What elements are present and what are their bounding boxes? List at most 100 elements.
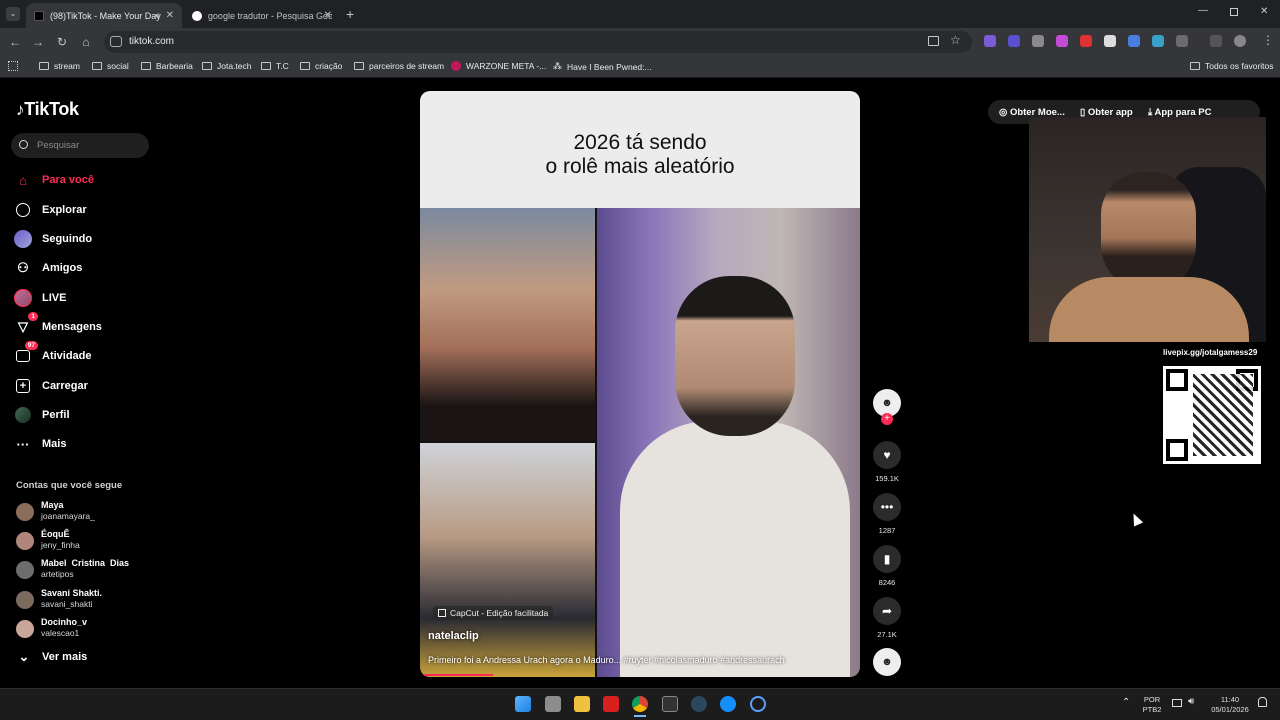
account-item[interactable]: Maya joanamayara_ bbox=[16, 499, 95, 522]
profile-avatar-icon[interactable] bbox=[1234, 35, 1246, 47]
tiktok-logo[interactable]: ♪TikTok bbox=[16, 99, 79, 120]
tab-google[interactable]: google tradutor - Pesquisa Goo ✕ bbox=[184, 3, 340, 28]
url-text[interactable]: tiktok.com bbox=[129, 36, 174, 47]
bookmark-folder-barbearia[interactable]: Barbearia bbox=[141, 61, 193, 71]
translate-extension-icon[interactable] bbox=[1128, 35, 1140, 47]
folder-icon bbox=[202, 62, 212, 70]
compass-icon bbox=[14, 201, 32, 219]
new-tab-plus-icon[interactable]: + bbox=[346, 6, 354, 22]
music-disc-button[interactable]: ☻ bbox=[873, 648, 901, 676]
close-tab-icon[interactable]: ✕ bbox=[166, 10, 174, 21]
app-bolt-icon[interactable] bbox=[603, 696, 619, 712]
battlenet-icon[interactable] bbox=[720, 696, 736, 712]
search-input[interactable] bbox=[11, 133, 149, 158]
minimize-window-icon[interactable]: — bbox=[1198, 5, 1208, 16]
forward-arrow-icon[interactable]: → bbox=[30, 34, 46, 50]
close-tab-icon[interactable]: ✕ bbox=[324, 10, 332, 21]
video-caption[interactable]: Primeiro foi a Andressa Urach agora o Ma… bbox=[428, 655, 785, 665]
extension-icon[interactable] bbox=[1008, 35, 1020, 47]
install-app-icon[interactable] bbox=[928, 36, 939, 46]
comment-icon: ••• bbox=[873, 493, 901, 521]
search-app-icon[interactable] bbox=[750, 696, 766, 712]
puzzle-extensions-icon[interactable] bbox=[1176, 35, 1188, 47]
bookmark-folder-stream[interactable]: stream bbox=[39, 61, 80, 71]
restore-window-icon[interactable] bbox=[1230, 8, 1238, 16]
account-handle: savani_shakti bbox=[41, 599, 93, 609]
nav-para-voce[interactable]: ⌂ Para você bbox=[14, 169, 94, 191]
windows-start-icon[interactable] bbox=[515, 696, 531, 712]
mouse-cursor-icon bbox=[1128, 511, 1144, 527]
tab-list-chevron-icon[interactable]: ⌄ bbox=[6, 7, 20, 21]
capcut-label[interactable]: CapCut - Edição facilitada bbox=[433, 606, 554, 620]
apps-grid-icon[interactable] bbox=[8, 61, 18, 71]
reload-icon[interactable]: ↻ bbox=[54, 34, 70, 50]
nav-seguindo[interactable]: Seguindo bbox=[14, 228, 92, 250]
notification-bell-icon[interactable] bbox=[1258, 697, 1267, 707]
tiktok-favicon-icon bbox=[34, 10, 44, 21]
steam-icon[interactable] bbox=[691, 696, 707, 712]
account-item[interactable]: Docinho_v valescao1 bbox=[16, 616, 87, 639]
nav-amigos[interactable]: ⚇ Amigos bbox=[14, 257, 82, 279]
save-button[interactable]: ▮ 8246 bbox=[873, 545, 901, 587]
reading-list-icon[interactable] bbox=[1210, 35, 1222, 47]
extension-icon[interactable] bbox=[1152, 35, 1164, 47]
account-item[interactable]: ÉoquÊ jeny_finha bbox=[16, 528, 80, 551]
clock[interactable]: 11:40 05/01/2026 bbox=[1206, 695, 1254, 715]
extension-icon[interactable] bbox=[1080, 35, 1092, 47]
bookmark-warzone[interactable]: WARZONE META -... bbox=[451, 61, 546, 71]
nav-mensagens[interactable]: ▽ 1 Mensagens bbox=[14, 312, 102, 338]
account-item[interactable]: Savani Shakti. savani_shakti bbox=[16, 587, 102, 610]
follow-plus-icon[interactable]: + bbox=[881, 413, 893, 425]
video-player[interactable]: 2026 tá sendo o rolê mais aleatório bbox=[420, 91, 860, 677]
comment-button[interactable]: ••• 1287 bbox=[873, 493, 901, 535]
speaker-icon[interactable]: 🔊︎ bbox=[155, 11, 160, 21]
video-progress-bar[interactable] bbox=[424, 674, 494, 676]
address-bar[interactable] bbox=[104, 31, 972, 53]
nav-atividade[interactable]: 97 Atividade bbox=[14, 341, 92, 367]
site-info-icon[interactable] bbox=[110, 36, 122, 47]
author-avatar-button[interactable]: ☻ + bbox=[873, 389, 901, 425]
bookmark-folder-jotatech[interactable]: Jota.tech bbox=[202, 61, 252, 71]
bookmark-folder-social[interactable]: social bbox=[92, 61, 129, 71]
extension-icon[interactable] bbox=[984, 35, 996, 47]
volume-icon[interactable]: 🔊︎ bbox=[1188, 696, 1194, 707]
nav-carregar[interactable]: + Carregar bbox=[14, 375, 88, 397]
share-arrow-icon: ➦ bbox=[873, 597, 901, 625]
nav-perfil[interactable]: Perfil bbox=[14, 404, 70, 426]
close-window-icon[interactable]: ✕ bbox=[1260, 6, 1268, 17]
nav-live[interactable]: LIVE bbox=[14, 287, 66, 309]
bookmark-haveibeenpwned[interactable]: ⁂ Have I Been Pwned:... bbox=[553, 61, 652, 72]
tray-chevron-up-icon[interactable]: ⌃ bbox=[1122, 697, 1130, 708]
browser-menu-icon[interactable]: ⋮ bbox=[1262, 33, 1274, 47]
account-item[interactable]: Mabel Cristina Dias artetipos bbox=[16, 557, 129, 580]
bookmark-folder-tc[interactable]: T.C bbox=[261, 61, 289, 71]
share-button[interactable]: ➦ 27.1K bbox=[873, 597, 901, 639]
language-indicator[interactable]: POR PTB2 bbox=[1140, 695, 1164, 715]
bookmark-folder-criacao[interactable]: criação bbox=[300, 61, 342, 71]
activity-badge: 97 bbox=[24, 341, 38, 350]
more-icon: ··· bbox=[16, 436, 30, 452]
extension-icon[interactable] bbox=[1104, 35, 1116, 47]
save-count: 8246 bbox=[878, 578, 896, 587]
all-bookmarks-folder[interactable]: Todos os favoritos bbox=[1190, 61, 1274, 71]
bookmark-star-icon[interactable]: ☆ bbox=[950, 33, 961, 47]
task-view-icon[interactable] bbox=[545, 696, 561, 712]
nav-explorar[interactable]: Explorar bbox=[14, 199, 87, 221]
like-button[interactable]: ♥ 159.1K bbox=[873, 441, 901, 483]
profile-icon bbox=[14, 406, 32, 424]
file-explorer-icon[interactable] bbox=[574, 696, 590, 712]
bookmark-folder-parceiros[interactable]: parceiros de stream bbox=[354, 61, 444, 71]
nav-mais[interactable]: ··· Mais bbox=[14, 433, 67, 455]
see-more-button[interactable]: ⌄ Ver mais bbox=[18, 646, 88, 668]
account-name: Savani Shakti. bbox=[41, 588, 103, 598]
tab-tiktok[interactable]: (98)TikTok - Make Your Day 🔊︎ ✕ bbox=[26, 3, 182, 28]
epic-games-icon[interactable] bbox=[662, 696, 678, 712]
chrome-icon[interactable] bbox=[632, 696, 648, 712]
back-arrow-icon[interactable]: ← bbox=[7, 34, 23, 50]
following-avatar-icon bbox=[14, 230, 32, 248]
video-author[interactable]: natelaclip bbox=[428, 630, 479, 642]
pen-extension-icon[interactable] bbox=[1032, 35, 1044, 47]
network-icon[interactable] bbox=[1172, 699, 1182, 707]
extension-icon[interactable] bbox=[1056, 35, 1068, 47]
home-button-icon[interactable]: ⌂ bbox=[78, 34, 94, 50]
